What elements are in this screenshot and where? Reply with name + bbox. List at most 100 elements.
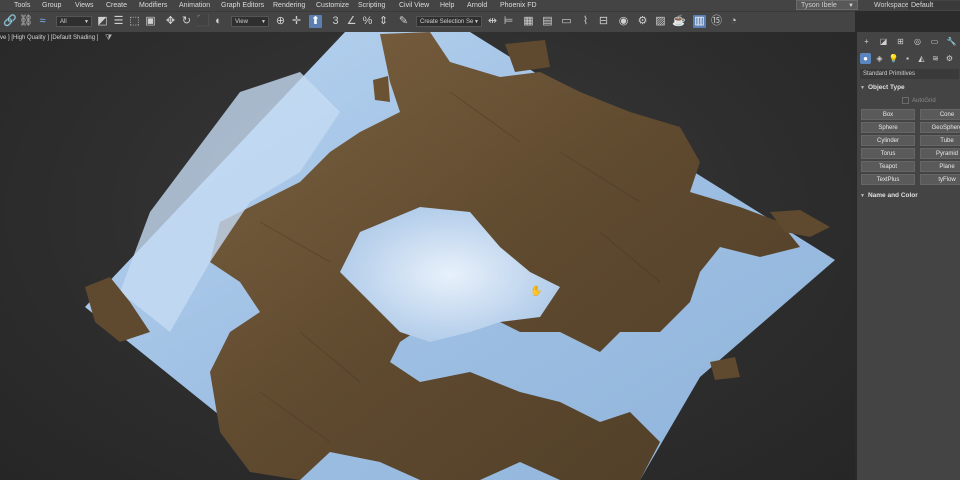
textplus-button[interactable]: TextPlus xyxy=(861,174,915,185)
perspective-viewport[interactable]: ve ] [High Quality ] [Default Shading ] … xyxy=(0,32,855,480)
curve-editor-icon[interactable]: ⌇ xyxy=(579,15,592,28)
geosphere-button[interactable]: GeoSphere xyxy=(920,122,960,133)
named-selection-icon[interactable]: ✎ xyxy=(397,15,410,28)
reference-coordinate-dropdown[interactable]: View ▼ xyxy=(231,16,269,27)
scale-icon[interactable]: ⬛ xyxy=(196,15,210,28)
main-toolbar: 🔗 ⛓ ≈ All ▼ ◩ ☰ ⬚ ▣ ✥ ↻ ⬛ ◐ View ▼ ⊕ ✛ ⬆… xyxy=(0,11,855,32)
collapse-arrow-icon: ▼ xyxy=(860,193,865,199)
spinner-snap-icon[interactable]: ⇕ xyxy=(377,15,390,28)
menu-tools[interactable]: Tools xyxy=(14,0,30,11)
rectangular-selection-icon[interactable]: ⬚ xyxy=(128,15,141,28)
layer-explorer-icon[interactable]: ▤ xyxy=(541,15,554,28)
motion-tab-icon[interactable]: ◎ xyxy=(912,36,923,47)
toggle-ribbon-icon[interactable]: ▭ xyxy=(560,15,573,28)
hand-cursor-icon: ✋ xyxy=(530,286,543,297)
checkbox-icon xyxy=(902,97,909,104)
user-name: Tyson Ibele xyxy=(801,2,837,9)
name-and-color-rollout-header[interactable]: ▼ Name and Color xyxy=(860,190,959,201)
shapes-category-icon[interactable]: ◈ xyxy=(874,53,885,64)
menu-graph-editors[interactable]: Graph Editors xyxy=(221,0,264,11)
menu-rendering[interactable]: Rendering xyxy=(273,0,305,11)
select-manipulate-icon[interactable]: ✛ xyxy=(290,15,303,28)
menu-modifiers[interactable]: Modifiers xyxy=(139,0,167,11)
viewport-label[interactable]: ve ] [High Quality ] [Default Shading ] xyxy=(0,35,98,41)
render-count-icon[interactable]: ⑮ xyxy=(710,15,723,28)
workspace-dropdown[interactable]: Default xyxy=(908,1,960,10)
modify-tab-icon[interactable]: ◪ xyxy=(878,36,889,47)
render-setup-icon[interactable]: ⚙ xyxy=(636,15,649,28)
spacewarps-category-icon[interactable]: ≋ xyxy=(930,53,941,64)
cone-button[interactable]: Cone xyxy=(920,109,960,120)
menu-help[interactable]: Help xyxy=(440,0,454,11)
named-selection-set-value: Create Selection Se xyxy=(420,19,474,25)
link-icon[interactable]: 🔗 xyxy=(3,15,17,28)
menu-animation[interactable]: Animation xyxy=(179,0,210,11)
object-type-rollout-header[interactable]: ▼ Object Type xyxy=(860,82,959,93)
pyramid-button[interactable]: Pyramid xyxy=(920,148,960,159)
command-panel: + ◪ ⊞ ◎ ▭ 🔧 ● ◈ 💡 ▪ ◭ ≋ ⚙ Standard Primi… xyxy=(855,32,960,480)
viewport-layout-icon[interactable]: ▥ xyxy=(693,15,706,28)
systems-category-icon[interactable]: ⚙ xyxy=(944,53,955,64)
lights-category-icon[interactable]: 💡 xyxy=(888,53,899,64)
filter-icon[interactable]: ⧩ xyxy=(105,33,112,43)
menu-create[interactable]: Create xyxy=(106,0,127,11)
cylinder-button[interactable]: Cylinder xyxy=(861,135,915,146)
user-account-dropdown[interactable]: Tyson Ibele ▼ xyxy=(796,0,858,10)
rock-island xyxy=(373,76,390,102)
reference-coordinate-value: View xyxy=(235,19,248,25)
primitive-category-dropdown[interactable]: Standard Primitives xyxy=(860,69,959,79)
tyflow-button[interactable]: tyFlow xyxy=(920,174,960,185)
torus-button[interactable]: Torus xyxy=(861,148,915,159)
rotate-icon[interactable]: ↻ xyxy=(180,15,193,28)
hierarchy-tab-icon[interactable]: ⊞ xyxy=(895,36,906,47)
named-selection-set-dropdown[interactable]: Create Selection Se ▼ xyxy=(416,16,482,27)
menu-phoenix-fd[interactable]: Phoenix FD xyxy=(500,0,537,11)
menu-group[interactable]: Group xyxy=(42,0,61,11)
unlink-icon[interactable]: ⛓ xyxy=(19,15,33,28)
pivot-center-icon[interactable]: ⊕ xyxy=(274,15,287,28)
autogrid-label: AutoGrid xyxy=(912,98,936,105)
create-tab-icon[interactable]: + xyxy=(861,36,872,47)
chevron-down-icon: ▼ xyxy=(261,19,266,25)
selection-filter-value: All xyxy=(60,19,67,25)
window-crossing-icon[interactable]: ▣ xyxy=(144,15,157,28)
place-icon[interactable]: ◐ xyxy=(212,15,225,28)
selection-filter-dropdown[interactable]: All ▼ xyxy=(56,16,92,27)
teapot-button[interactable]: Teapot xyxy=(861,161,915,172)
chevron-down-icon: ▼ xyxy=(84,19,89,25)
utilities-tab-icon[interactable]: 🔧 xyxy=(946,36,957,47)
angle-snap-icon[interactable]: ∠ xyxy=(345,15,358,28)
material-editor-icon[interactable]: ◉ xyxy=(617,15,630,28)
render-production-icon[interactable]: ☕ xyxy=(672,15,686,28)
snaps-toggle-icon[interactable]: 3 xyxy=(329,15,342,28)
terrain-mesh xyxy=(85,32,835,480)
move-icon[interactable]: ✥ xyxy=(164,15,177,28)
bind-space-warp-icon[interactable]: ≈ xyxy=(36,15,49,28)
tube-button[interactable]: Tube xyxy=(920,135,960,146)
mirror-icon[interactable]: ⇹ xyxy=(486,15,499,28)
sphere-button[interactable]: Sphere xyxy=(861,122,915,133)
percent-snap-icon[interactable]: % xyxy=(361,15,374,28)
activeshade-icon[interactable]: ◔ xyxy=(727,15,740,28)
geometry-category-icon[interactable]: ● xyxy=(860,53,871,64)
menu-views[interactable]: Views xyxy=(75,0,94,11)
chevron-down-icon: ▼ xyxy=(848,3,854,9)
select-by-name-icon[interactable]: ☰ xyxy=(112,15,125,28)
menu-scripting[interactable]: Scripting xyxy=(358,0,385,11)
box-button[interactable]: Box xyxy=(861,109,915,120)
scene-explorer-icon[interactable]: ▦ xyxy=(522,15,535,28)
helpers-category-icon[interactable]: ◭ xyxy=(916,53,927,64)
cameras-category-icon[interactable]: ▪ xyxy=(902,53,913,64)
autogrid-checkbox[interactable]: AutoGrid xyxy=(902,97,936,104)
menu-civil-view[interactable]: Civil View xyxy=(399,0,429,11)
schematic-view-icon[interactable]: ⊟ xyxy=(597,15,610,28)
plane-button[interactable]: Plane xyxy=(920,161,960,172)
menu-customize[interactable]: Customize xyxy=(316,0,349,11)
menu-bar: Tools Group Views Create Modifiers Anima… xyxy=(0,0,960,11)
align-icon[interactable]: ⊨ xyxy=(502,15,515,28)
menu-arnold[interactable]: Arnold xyxy=(467,0,487,11)
keyboard-shortcut-override-icon[interactable]: ⬆ xyxy=(309,15,322,28)
select-object-icon[interactable]: ◩ xyxy=(96,15,109,28)
display-tab-icon[interactable]: ▭ xyxy=(929,36,940,47)
rendered-frame-window-icon[interactable]: ▨ xyxy=(654,15,667,28)
